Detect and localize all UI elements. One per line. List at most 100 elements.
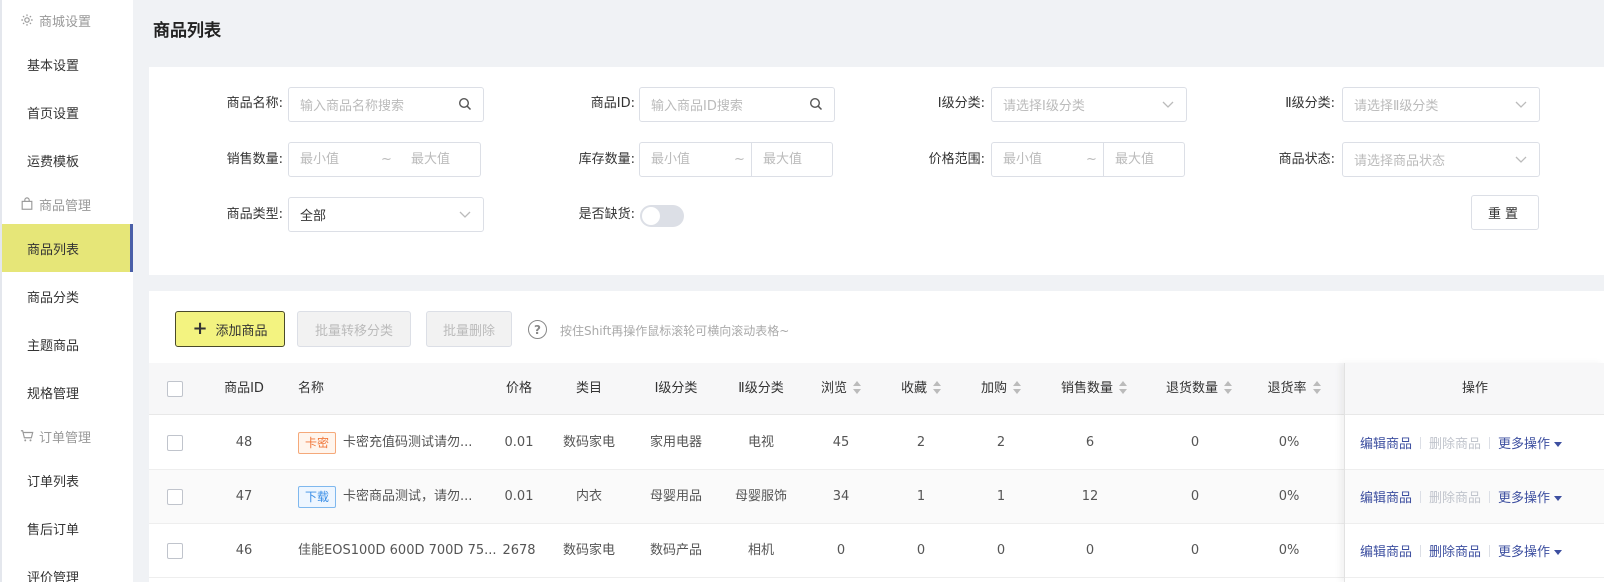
cell-price: 0.01: [504, 489, 534, 504]
batch-delete-button[interactable]: 批量删除: [426, 311, 512, 347]
delete-product-link[interactable]: 删除商品: [1429, 541, 1481, 560]
sidebar-item-home-settings[interactable]: 首页设置: [2, 88, 133, 136]
separator: [1489, 436, 1491, 449]
sidebar-item-shipping-template[interactable]: 运费模板: [2, 136, 133, 184]
sales-qty-min[interactable]: 最小值: [300, 143, 339, 176]
edit-product-link[interactable]: 编辑商品: [1360, 541, 1412, 560]
more-actions-dropdown[interactable]: 更多操作: [1498, 541, 1563, 560]
sidebar-group-product-management: 商品管理: [2, 184, 133, 224]
edit-product-link[interactable]: 编辑商品: [1360, 487, 1412, 506]
cell-views: 45: [832, 435, 850, 450]
separator: [1489, 544, 1491, 557]
cell-returns: 0: [1190, 489, 1200, 504]
sidebar-group-mall-settings: 商城设置: [2, 0, 133, 40]
help-icon[interactable]: ?: [528, 320, 547, 339]
cell-views: 34: [832, 489, 850, 504]
cell-return-rate: 0%: [1278, 435, 1300, 450]
batch-move-category-button[interactable]: 批量转移分类: [297, 311, 411, 347]
sidebar-item-order-list[interactable]: 订单列表: [2, 456, 133, 504]
out-of-stock-toggle[interactable]: [640, 205, 684, 227]
sales-qty-max[interactable]: 最大值: [411, 143, 450, 176]
th-return-rate[interactable]: 退货率: [1254, 363, 1334, 415]
sort-icon[interactable]: [1013, 380, 1021, 395]
separator: [1420, 490, 1422, 503]
sidebar-item-reviews[interactable]: 评价管理: [2, 552, 133, 582]
sort-icon[interactable]: [933, 380, 941, 395]
price-range-label: 价格范围:: [928, 152, 985, 167]
cell-returns: 0: [1190, 435, 1200, 450]
delete-product-link[interactable]: 删除商品: [1429, 487, 1481, 506]
th-returns[interactable]: 退货数量: [1154, 363, 1244, 415]
product-id-input[interactable]: 输入商品ID搜索: [639, 87, 835, 122]
cell-id: 48: [235, 435, 253, 450]
product-id-label: 商品ID:: [590, 96, 635, 111]
th-favs[interactable]: 收藏: [889, 363, 953, 415]
cell-cart: 2: [996, 435, 1006, 450]
cell-category: 内衣: [575, 489, 602, 504]
cell-return-rate: 0%: [1278, 543, 1300, 558]
bag-icon: [21, 197, 33, 210]
sort-icon[interactable]: [1312, 380, 1321, 395]
price-range[interactable]: 最小值 ~ 最大值: [991, 142, 1185, 177]
row-checkbox[interactable]: [167, 543, 183, 559]
operations-row: 编辑商品 删除商品 更多操作: [1345, 470, 1604, 524]
sales-qty-label: 销售数量:: [226, 152, 283, 167]
sidebar-group-label: 商城设置: [39, 14, 92, 30]
cell-return-rate: 0%: [1278, 489, 1300, 504]
sidebar-item-after-sales[interactable]: 售后订单: [2, 504, 133, 552]
page-title: 商品列表: [153, 21, 221, 41]
cat2-label: Ⅱ级分类:: [1285, 96, 1335, 111]
status-label: 商品状态:: [1278, 152, 1335, 167]
sort-icon[interactable]: [853, 380, 861, 395]
caret-down-icon: [1554, 496, 1563, 501]
sidebar-item-spec-management[interactable]: 规格管理: [2, 368, 133, 416]
sort-icon[interactable]: [1224, 380, 1232, 395]
caret-down-icon: [1554, 442, 1563, 447]
th-cart[interactable]: 加购: [969, 363, 1033, 415]
cell-cart: 1: [996, 489, 1006, 504]
th-operations: 操作: [1345, 363, 1604, 415]
more-actions-dropdown[interactable]: 更多操作: [1498, 487, 1563, 506]
sidebar-group-label: 订单管理: [39, 430, 92, 446]
product-type-label: 商品类型:: [226, 207, 283, 222]
reset-button[interactable]: 重置: [1471, 195, 1539, 230]
status-select[interactable]: 请选择商品状态: [1342, 142, 1540, 177]
cat1-select[interactable]: 请选择Ⅰ级分类: [991, 87, 1187, 122]
th-price: 价格: [505, 381, 532, 396]
row-checkbox[interactable]: [167, 435, 183, 451]
product-tag: 卡密: [298, 431, 337, 454]
more-actions-dropdown[interactable]: 更多操作: [1498, 433, 1563, 452]
stock-qty-max[interactable]: 最大值: [751, 142, 833, 177]
operations-row: 编辑商品 删除商品 更多操作: [1345, 416, 1604, 470]
delete-product-link[interactable]: 删除商品: [1429, 433, 1481, 452]
edit-product-link[interactable]: 编辑商品: [1360, 433, 1412, 452]
chevron-down-icon: [1515, 101, 1527, 108]
cell-category: 数码家电: [562, 543, 615, 558]
sidebar-item-basic-settings[interactable]: 基本设置: [2, 40, 133, 88]
sidebar-item-product-list[interactable]: 商品列表: [2, 224, 133, 272]
sidebar-item-theme-products[interactable]: 主题商品: [2, 320, 133, 368]
add-product-button[interactable]: + 添加商品: [175, 311, 285, 347]
cell-price: 2678: [502, 543, 536, 558]
sidebar: 商城设置 基本设置 首页设置 运费模板 商品管理 商品列表 商品分类 主题商品 …: [0, 0, 133, 582]
price-max[interactable]: 最大值: [1103, 142, 1185, 177]
sidebar-group-label: 商品管理: [39, 198, 92, 214]
sales-qty-range[interactable]: 最小值 ~ 最大值: [288, 142, 481, 177]
stock-qty-label: 库存数量:: [578, 152, 635, 167]
sidebar-group-order-management: 订单管理: [2, 416, 133, 456]
filter-panel: 商品名称: 输入商品名称搜索 商品ID: 输入商品ID搜索 Ⅰ级分类: 请选择Ⅰ…: [149, 67, 1604, 275]
cell-price: 0.01: [504, 435, 534, 450]
th-sales[interactable]: 销售数量: [1049, 363, 1139, 415]
cell-name: 佳能EOS100D 600D 700D 75...: [298, 543, 497, 558]
stock-qty-range[interactable]: 最小值 ~ 最大值: [639, 142, 833, 177]
product-name-label: 商品名称:: [226, 96, 283, 111]
row-checkbox[interactable]: [167, 489, 183, 505]
sidebar-item-product-category[interactable]: 商品分类: [2, 272, 133, 320]
sort-icon[interactable]: [1119, 380, 1127, 395]
product-name-input[interactable]: 输入商品名称搜索: [288, 87, 484, 122]
cat2-select[interactable]: 请选择Ⅱ级分类: [1342, 87, 1540, 122]
th-views[interactable]: 浏览: [809, 363, 873, 415]
product-type-select[interactable]: 全部: [288, 197, 484, 232]
cell-sales: 0: [1085, 543, 1095, 558]
select-all-checkbox[interactable]: [167, 381, 183, 397]
